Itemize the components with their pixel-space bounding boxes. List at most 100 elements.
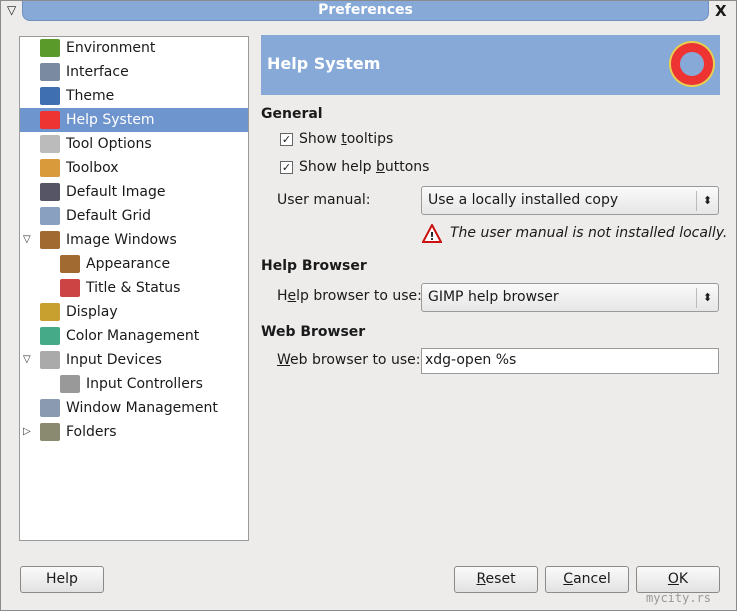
appearance-icon <box>60 255 80 273</box>
web-browser-input[interactable]: xdg-open %s <box>421 348 719 374</box>
tree-item-label: Default Image <box>66 184 166 200</box>
tree-item-window-management[interactable]: Window Management <box>20 396 248 420</box>
close-button[interactable]: X <box>715 2 727 20</box>
mnemonic: e <box>287 288 297 304</box>
tree-item-image-windows[interactable]: ▽ Image Windows <box>20 228 248 252</box>
tree-item-label: Window Management <box>66 400 218 416</box>
label-part: lp browser to use: <box>296 288 422 304</box>
window-title: Preferences <box>318 2 413 18</box>
default-image-icon <box>40 183 60 201</box>
cancel-button[interactable]: Cancel <box>545 566 629 593</box>
tree-item-label: Display <box>66 304 118 320</box>
tree-item-label: Help System <box>66 112 155 128</box>
image-windows-icon <box>40 231 60 249</box>
show-help-buttons-checkbox[interactable]: ✓ Show help buttons <box>280 159 429 175</box>
display-icon <box>40 303 60 321</box>
tree-item-default-grid[interactable]: Default Grid <box>20 204 248 228</box>
ok-button[interactable]: OK <box>636 566 720 593</box>
window-management-icon <box>40 399 60 417</box>
interface-icon <box>40 63 60 81</box>
tree-item-default-image[interactable]: Default Image <box>20 180 248 204</box>
lifebuoy-icon <box>671 43 713 85</box>
tree-item-label: Image Windows <box>66 232 177 248</box>
tree-item-label: Color Management <box>66 328 200 344</box>
mnemonic: C <box>563 571 574 587</box>
label-part: H <box>277 288 288 304</box>
tree-item-color-management[interactable]: Color Management <box>20 324 248 348</box>
tree-item-label: Environment <box>66 40 156 56</box>
expander-expanded-icon[interactable]: ▽ <box>23 228 31 252</box>
help-browser-label: Help browser to use: <box>277 288 422 304</box>
show-help-buttons-label: Show help buttons <box>299 159 429 175</box>
label-part: K <box>678 571 689 587</box>
tree-item-display[interactable]: Display <box>20 300 248 324</box>
show-tooltips-checkbox[interactable]: ✓ Show tooltips <box>280 131 393 147</box>
environment-icon <box>40 39 60 57</box>
label-part: Show <box>299 131 342 147</box>
tree-item-interface[interactable]: Interface <box>20 60 248 84</box>
folders-icon <box>40 423 60 441</box>
label-part: ooltips <box>346 131 394 147</box>
page-title: Help System <box>267 54 381 73</box>
default-grid-icon <box>40 207 60 225</box>
tree-item-label: Toolbox <box>66 160 119 176</box>
help-system-icon <box>40 111 60 129</box>
tree-item-label: Theme <box>66 88 115 104</box>
mnemonic: O <box>667 571 679 587</box>
combo-arrows-icon: ⬍ <box>696 288 718 308</box>
checkbox-checked-icon: ✓ <box>280 132 293 146</box>
label-part: eset <box>485 571 516 587</box>
tree-item-label: Input Devices <box>66 352 162 368</box>
theme-icon <box>40 87 60 105</box>
checkbox-checked-icon: ✓ <box>280 160 293 174</box>
combo-arrows-icon: ⬍ <box>696 191 718 211</box>
title-bar: Preferences <box>22 1 709 21</box>
warning-message: The user manual is not installed locally… <box>450 225 728 241</box>
warning-icon: ! <box>421 222 443 244</box>
help-browser-combo[interactable]: GIMP help browser ⬍ <box>421 283 719 312</box>
help-button[interactable]: Help <box>20 566 104 593</box>
tree-item-help-system[interactable]: Help System <box>20 108 248 132</box>
toolbox-icon <box>40 159 60 177</box>
tree-item-toolbox[interactable]: Toolbox <box>20 156 248 180</box>
window-menu-icon[interactable]: ▽ <box>7 3 16 17</box>
tree-item-appearance[interactable]: Appearance <box>20 252 248 276</box>
title-status-icon <box>60 279 80 297</box>
tree-item-tool-options[interactable]: Tool Options <box>20 132 248 156</box>
svg-text:!: ! <box>429 230 434 243</box>
user-manual-label: User manual: <box>277 192 371 208</box>
expander-collapsed-icon[interactable]: ▷ <box>23 420 31 444</box>
label-part: eb browser to use: <box>290 352 421 368</box>
tree-item-label: Interface <box>66 64 129 80</box>
tree-item-label: Appearance <box>86 256 171 272</box>
tree-item-folders[interactable]: ▷ Folders <box>20 420 248 444</box>
preferences-tree[interactable]: Environment Interface Theme Help System Tool… <box>19 36 249 541</box>
tree-item-label: Folders <box>66 424 117 440</box>
page-header: Help System <box>261 35 720 95</box>
user-manual-combo[interactable]: Use a locally installed copy ⬍ <box>421 186 719 215</box>
reset-button[interactable]: Reset <box>454 566 538 593</box>
tree-item-label: Default Grid <box>66 208 151 224</box>
label-part: uttons <box>384 159 430 175</box>
tree-item-title-status[interactable]: Title & Status <box>20 276 248 300</box>
mnemonic: W <box>277 352 291 368</box>
tree-item-label: Title & Status <box>86 280 181 296</box>
help-browser-heading: Help Browser <box>261 258 367 274</box>
tree-item-input-controllers[interactable]: Input Controllers <box>20 372 248 396</box>
color-management-icon <box>40 327 60 345</box>
general-heading: General <box>261 106 323 122</box>
watermark: mycity.rs <box>646 591 712 605</box>
combo-value: Use a locally installed copy <box>428 192 619 208</box>
mnemonic: b <box>375 159 385 175</box>
web-browser-heading: Web Browser <box>261 324 366 340</box>
label-part: ancel <box>573 571 611 587</box>
label-part: Show help <box>299 159 376 175</box>
combo-value: GIMP help browser <box>428 289 559 305</box>
expander-expanded-icon[interactable]: ▽ <box>23 348 31 372</box>
tool-options-icon <box>40 135 60 153</box>
input-devices-icon <box>40 351 60 369</box>
tree-item-label: Input Controllers <box>86 376 203 392</box>
tree-item-theme[interactable]: Theme <box>20 84 248 108</box>
tree-item-input-devices[interactable]: ▽ Input Devices <box>20 348 248 372</box>
tree-item-environment[interactable]: Environment <box>20 36 248 60</box>
